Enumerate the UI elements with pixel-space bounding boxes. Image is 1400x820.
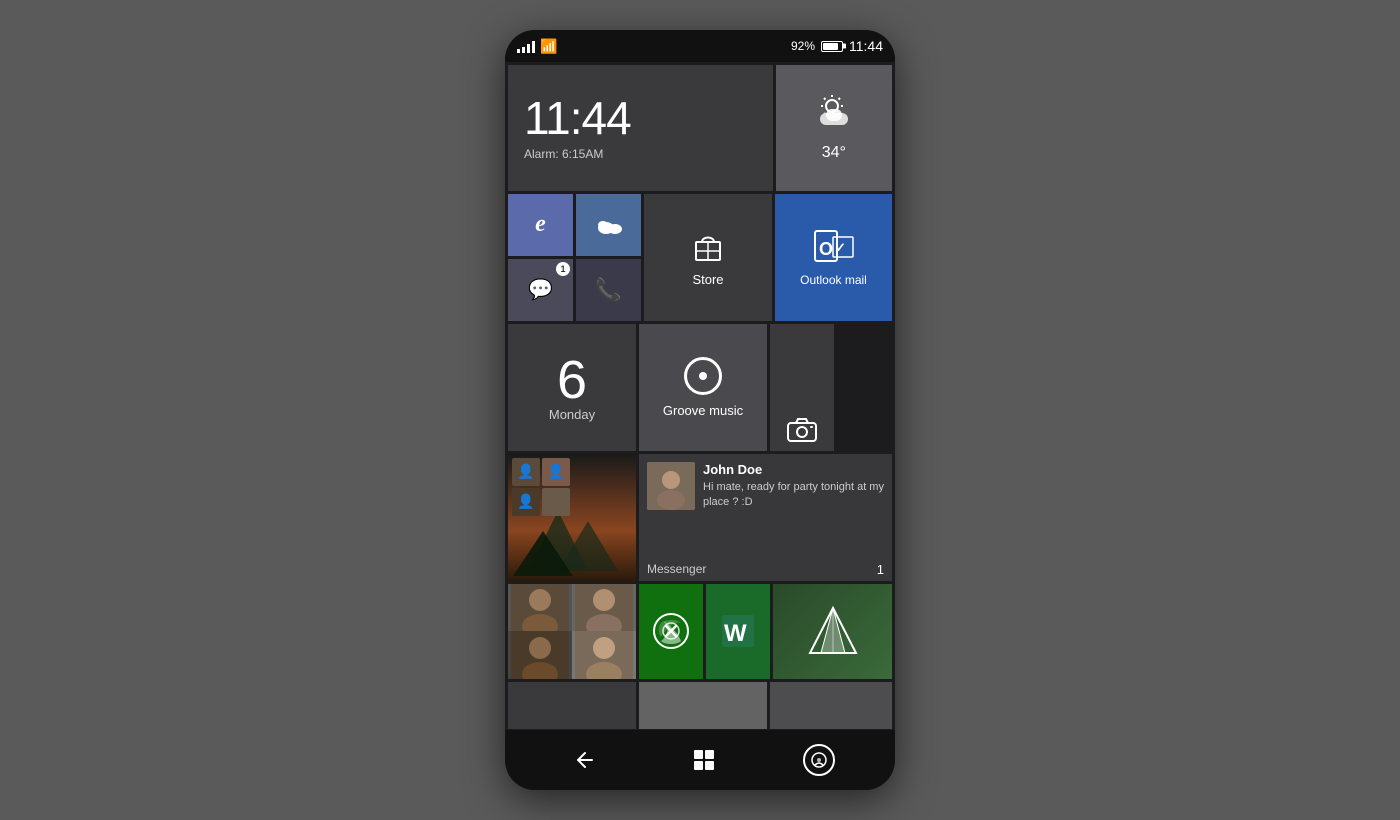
xbox-icon [653, 613, 689, 649]
tile-onedrive[interactable] [576, 194, 641, 256]
windows-logo [694, 750, 714, 770]
clock-time: 11:44 [524, 95, 757, 141]
svg-text:✓: ✓ [835, 240, 846, 255]
people-avatar-2 [572, 584, 636, 632]
status-bar: 📶 92% 11:44 [505, 30, 895, 62]
row-4: 👤 👤 👤 John Doe [505, 452, 895, 582]
groove-icon [684, 357, 722, 395]
tile-phone[interactable]: 📞 [576, 259, 641, 321]
messenger-avatar [647, 462, 695, 510]
tile-messenger[interactable]: John Doe Hi mate, ready for party tonigh… [639, 454, 892, 581]
battery-percent: 92% [791, 39, 815, 53]
svg-text:O: O [819, 239, 833, 259]
tile-camping[interactable] [773, 584, 892, 679]
row-5: W [505, 582, 895, 680]
status-left: 📶 [517, 38, 557, 55]
tile-word[interactable]: W [706, 584, 770, 679]
small-col-mid: 📞 [576, 194, 641, 321]
windows-button[interactable] [684, 740, 724, 780]
tile-partial-3 [770, 682, 892, 729]
messages-badge: 1 [556, 262, 570, 276]
messenger-app-label: Messenger [647, 562, 706, 576]
people-avatar-4 [572, 631, 636, 679]
small-col-left: e 💬 1 [508, 194, 573, 321]
people-avatar-1 [508, 584, 572, 632]
messages-icon: 💬 [528, 277, 553, 302]
groove-label: Groove music [663, 403, 743, 418]
signal-icon [517, 39, 535, 53]
row-3: 6 Monday Groove music [505, 322, 895, 452]
tile-people-bg[interactable]: 👤 👤 👤 [508, 454, 636, 581]
word-icon: W [720, 613, 756, 649]
tile-camera[interactable] [770, 324, 834, 451]
tile-weather[interactable]: 34° [776, 65, 892, 191]
tent-icon [805, 603, 861, 659]
row-6 [505, 680, 895, 730]
cortana-icon [810, 751, 828, 769]
battery-icon [821, 41, 843, 52]
camera-icon [786, 415, 818, 443]
tile-messages[interactable]: 💬 1 [508, 259, 573, 321]
messenger-message: Hi mate, ready for party tonight at my p… [703, 480, 884, 511]
tile-partial-1 [508, 682, 636, 729]
store-icon [690, 228, 726, 264]
store-label: Store [692, 272, 723, 287]
tile-clock[interactable]: 11:44 Alarm: 6:15AM [508, 65, 773, 191]
people-avatars: 👤 👤 👤 [512, 458, 570, 516]
tile-people-grid[interactable] [508, 584, 636, 679]
weather-icon [814, 93, 854, 136]
cortana-button[interactable] [803, 744, 835, 776]
calendar-number: 6 [557, 353, 587, 407]
tile-edge[interactable]: e [508, 194, 573, 256]
outlook-label: Outlook mail [800, 273, 867, 287]
outlook-icon: O ✓ [813, 227, 855, 265]
calendar-day: Monday [549, 407, 595, 422]
row-1: 11:44 Alarm: 6:15AM [505, 62, 895, 192]
back-button[interactable] [565, 740, 605, 780]
tile-xbox[interactable] [639, 584, 703, 679]
wifi-icon: 📶 [540, 38, 557, 55]
tile-partial-2 [639, 682, 767, 729]
phone-icon: 📞 [595, 277, 622, 303]
status-time: 11:44 [849, 38, 883, 54]
svg-text:W: W [724, 620, 747, 647]
row-2: e 💬 1 📞 [505, 192, 895, 322]
edge-icon: e [535, 211, 546, 238]
clock-alarm: Alarm: 6:15AM [524, 147, 757, 161]
status-right: 92% 11:44 [791, 38, 883, 54]
phone-frame: 📶 92% 11:44 11:44 Alarm: 6:15AM [505, 30, 895, 790]
tiles-area: 11:44 Alarm: 6:15AM [505, 62, 895, 730]
weather-temp: 34° [822, 144, 846, 162]
nav-bar [505, 730, 895, 790]
people-avatar-3 [508, 631, 572, 679]
tile-store[interactable]: Store [644, 194, 772, 321]
messenger-count: 1 [877, 562, 884, 577]
tile-groove[interactable]: Groove music [639, 324, 767, 451]
tile-calendar[interactable]: 6 Monday [508, 324, 636, 451]
tile-outlook[interactable]: O ✓ Outlook mail [775, 194, 892, 321]
messenger-sender: John Doe [703, 462, 884, 477]
